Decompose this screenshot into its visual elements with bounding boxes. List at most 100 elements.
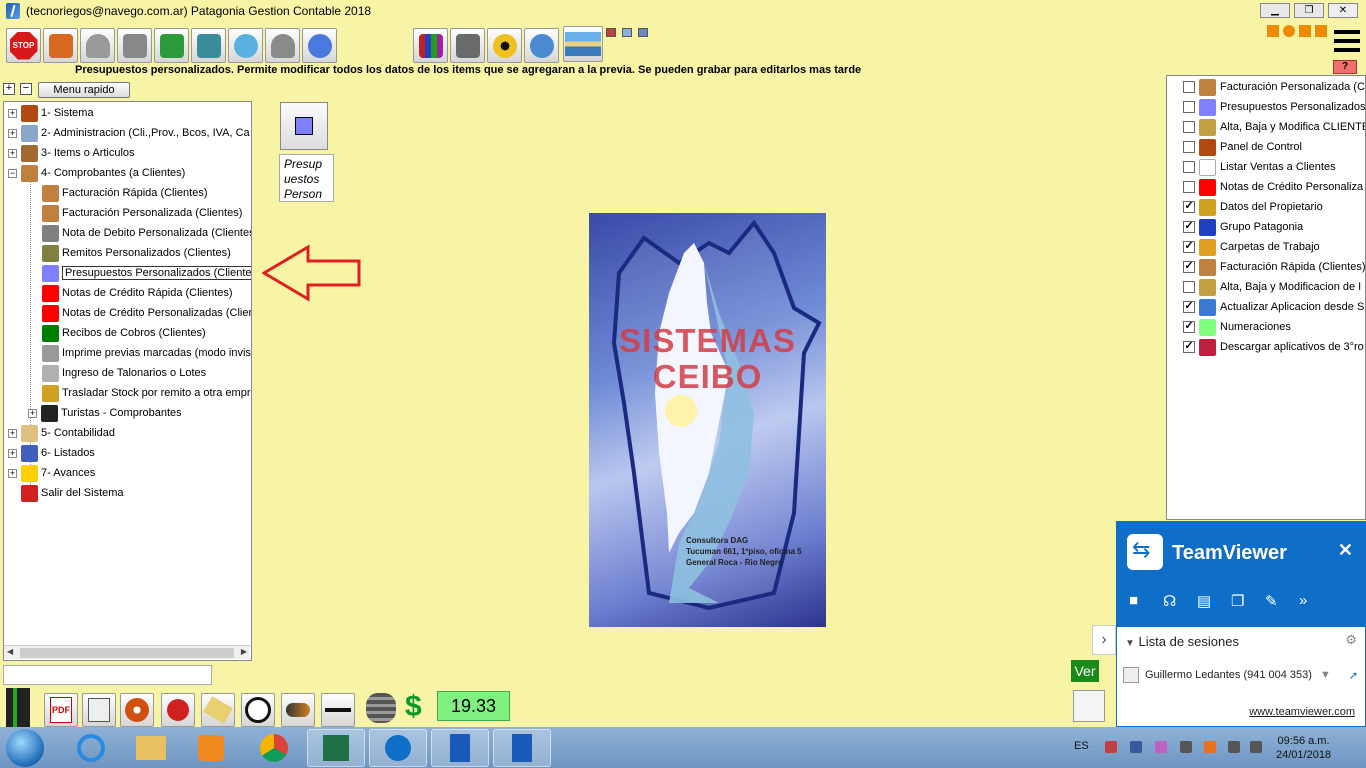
- tray-icon-1[interactable]: [1105, 741, 1117, 753]
- signature-button[interactable]: [321, 693, 355, 727]
- taskbar-ie[interactable]: [62, 729, 120, 767]
- shortcut-checkbox[interactable]: ✓: [1183, 221, 1195, 233]
- collapse-all-button[interactable]: −: [20, 83, 32, 95]
- shortcut-checkbox[interactable]: [1183, 281, 1195, 293]
- toolbar-btn-user[interactable]: [80, 28, 115, 63]
- collapse-icon[interactable]: −: [8, 168, 17, 178]
- tray-icon-5[interactable]: [1204, 741, 1216, 753]
- shortcut-checkbox[interactable]: ✓: [1183, 241, 1195, 253]
- shortcut-checkbox[interactable]: [1183, 81, 1195, 93]
- toolbar-btn-landscape[interactable]: [563, 26, 603, 62]
- hamburger-menu-icon[interactable]: [1334, 30, 1360, 56]
- tray-icon-3[interactable]: [1155, 741, 1167, 753]
- restore-button[interactable]: ❐: [1294, 3, 1324, 18]
- shortcut-item[interactable]: Panel de Control: [1183, 137, 1302, 157]
- video-icon[interactable]: ■: [1129, 592, 1138, 609]
- tree-item[interactable]: +3- Items o Articulos: [8, 143, 135, 163]
- road-button[interactable]: [281, 693, 315, 727]
- teamviewer-expand-button[interactable]: ›: [1092, 625, 1116, 655]
- shortcut-checkbox[interactable]: ✓: [1183, 341, 1195, 353]
- settings-button[interactable]: [120, 693, 154, 727]
- files-icon[interactable]: ❐: [1231, 592, 1244, 610]
- shortcut-checkbox[interactable]: [1183, 141, 1195, 153]
- tree-item[interactable]: Remitos Personalizados (Clientes): [42, 243, 231, 263]
- shortcut-item[interactable]: Notas de Crédito Personaliza: [1183, 177, 1363, 197]
- session-item[interactable]: Guillermo Ledantes (941 004 353) ▼ ➚: [1123, 667, 1358, 683]
- tree-item[interactable]: Presupuestos Personalizados (Clientes): [42, 263, 251, 283]
- coins-icon[interactable]: [366, 693, 396, 723]
- taskbar-excel[interactable]: [307, 729, 365, 767]
- headset-icon[interactable]: ☊: [1163, 592, 1176, 610]
- tools-icon[interactable]: ✎: [1265, 592, 1278, 610]
- volume-icon[interactable]: [1250, 741, 1262, 753]
- shortcut-checkbox[interactable]: ✓: [1183, 321, 1195, 333]
- chat-icon[interactable]: ▤: [1197, 592, 1211, 610]
- toolbar-btn-network[interactable]: [191, 28, 226, 63]
- teamviewer-link[interactable]: www.teamviewer.com: [1249, 706, 1355, 718]
- gear-icon[interactable]: ⚙: [1345, 632, 1357, 648]
- stop-button[interactable]: STOP: [6, 28, 41, 63]
- network-icon[interactable]: [1228, 741, 1240, 753]
- tree-item[interactable]: Recibos de Cobros (Clientes): [42, 323, 206, 343]
- tree-item[interactable]: +6- Listados: [8, 443, 95, 463]
- shortcut-checkbox[interactable]: [1183, 121, 1195, 133]
- shortcut-checkbox[interactable]: [1183, 161, 1195, 173]
- shortcut-item[interactable]: Alta, Baja y Modificacion de I: [1183, 277, 1361, 297]
- flag-icon[interactable]: [1180, 741, 1192, 753]
- shortcut-item[interactable]: Facturación Personalizada (C: [1183, 77, 1365, 97]
- command-input[interactable]: [3, 665, 212, 685]
- tray-icon-2[interactable]: [1130, 741, 1142, 753]
- shortcut-checkbox[interactable]: ✓: [1183, 261, 1195, 273]
- ver-button[interactable]: Ver: [1071, 660, 1099, 682]
- shortcut-item[interactable]: ✓ Actualizar Aplicacion desde S: [1183, 297, 1364, 317]
- apple-button[interactable]: [161, 693, 195, 727]
- expand-icon[interactable]: +: [28, 408, 37, 418]
- tree-item[interactable]: − 4- Comprobantes (a Clientes): [8, 163, 185, 183]
- tree-item[interactable]: Nota de Debito Personalizada (Clientes: [42, 223, 251, 243]
- toolbar-btn-head[interactable]: [265, 28, 300, 63]
- shortcut-item[interactable]: ✓ Carpetas de Trabajo: [1183, 237, 1320, 257]
- toolbar-btn-chart[interactable]: [413, 28, 448, 63]
- calculator-button[interactable]: [82, 693, 116, 727]
- tree-horizontal-scrollbar[interactable]: ◀ ▶: [4, 645, 250, 659]
- toolbar-btn-download[interactable]: [154, 28, 189, 63]
- mail-icon[interactable]: [622, 28, 632, 37]
- tree-item[interactable]: Ingreso de Talonarios o Lotes: [42, 363, 206, 383]
- tree-item[interactable]: +1- Sistema: [8, 103, 94, 123]
- shortcut-item[interactable]: ✓ Descargar aplicativos de 3°ro: [1183, 337, 1364, 357]
- shortcut-item[interactable]: Listar Ventas a Clientes: [1183, 157, 1336, 177]
- shortcut-item[interactable]: Alta, Baja y Modifica CLIENTE: [1183, 117, 1365, 137]
- shortcut-item[interactable]: ✓ Numeraciones: [1183, 317, 1291, 337]
- expand-icon[interactable]: +: [8, 428, 17, 438]
- help-button[interactable]: ?: [1333, 60, 1357, 74]
- small-icon-1[interactable]: [606, 28, 616, 37]
- close-button[interactable]: ✕: [1328, 3, 1358, 18]
- shortcut-checkbox[interactable]: [1183, 181, 1195, 193]
- expand-icon[interactable]: +: [8, 468, 17, 478]
- tree-item[interactable]: Facturación Rápida (Clientes): [42, 183, 208, 203]
- tree-item[interactable]: + Turistas - Comprobantes: [28, 403, 182, 423]
- toolbar-btn-cloud[interactable]: [524, 28, 559, 63]
- shortcut-item[interactable]: ✓ Datos del Propietario: [1183, 197, 1323, 217]
- tree-item[interactable]: Notas de Crédito Personalizadas (Clien: [42, 303, 251, 323]
- shortcut-checkbox[interactable]: ✓: [1183, 201, 1195, 213]
- tree-item[interactable]: Facturación Personalizada (Clientes): [42, 203, 242, 223]
- toolbar-btn-users[interactable]: [117, 28, 152, 63]
- toolbar-btn-safe[interactable]: [450, 28, 485, 63]
- expand-icon[interactable]: +: [8, 148, 17, 158]
- language-indicator[interactable]: ES: [1074, 740, 1089, 752]
- dollar-icon[interactable]: $: [405, 690, 422, 724]
- taskbar-explorer[interactable]: [122, 729, 180, 767]
- tree-item[interactable]: +5- Contabilidad: [8, 423, 115, 443]
- shortcut-item[interactable]: ✓ Facturación Rápida (Clientes): [1183, 257, 1365, 277]
- start-button[interactable]: [6, 729, 44, 767]
- more-icon[interactable]: »: [1299, 592, 1307, 609]
- expand-icon[interactable]: +: [8, 448, 17, 458]
- menu-rapido-button[interactable]: Menu rapido: [38, 82, 130, 98]
- expand-all-button[interactable]: +: [3, 83, 15, 95]
- minimize-button[interactable]: ▁: [1260, 3, 1290, 18]
- shortcut-checkbox[interactable]: ✓: [1183, 301, 1195, 313]
- toolbar-btn-box[interactable]: [43, 28, 78, 63]
- tree-item[interactable]: +2- Administracion (Cli.,Prov., Bcos, IV…: [8, 123, 250, 143]
- taskbar-app1[interactable]: [431, 729, 489, 767]
